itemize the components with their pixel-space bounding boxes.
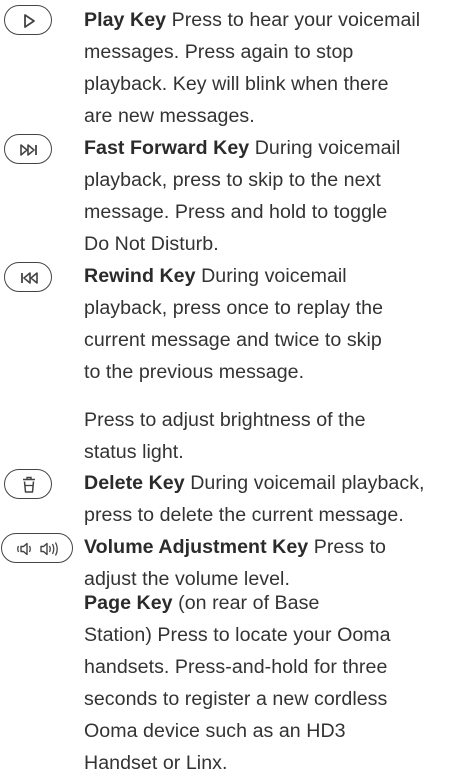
page-key-desc-line-2: Station) Press to locate your Ooma [84, 624, 391, 646]
volume-up-icon [40, 542, 58, 556]
play-key-title: Play Key [84, 9, 167, 31]
delete-icon [23, 476, 35, 493]
brightness-desc-line-1: Press to adjust brightness of the [84, 409, 366, 431]
delete-key-desc-line-1: During voicemail playback, [190, 472, 425, 494]
play-key-button[interactable] [4, 5, 52, 35]
volume-down-icon [17, 542, 31, 556]
page-key-desc-line-1: (on rear of Base [178, 592, 320, 614]
fast-forward-key-desc-line-3: message. Press and hold to toggle [84, 201, 388, 223]
play-key-desc-line-3: playback. Key will blink when there [84, 73, 389, 95]
rewind-key-desc-line-1: During voicemail [201, 265, 347, 287]
brightness-desc-line-2: status light. [84, 441, 184, 463]
delete-key-desc-line-2: press to delete the current message. [84, 504, 404, 526]
play-key-desc-line-2: messages. Press again to stop [84, 41, 354, 63]
play-key-desc-line-1: Press to hear your voicemail [171, 9, 421, 31]
page-key-title: Page Key [84, 592, 173, 614]
rewind-key-desc-line-4: to the previous message. [84, 361, 305, 383]
delete-key-button[interactable] [4, 469, 52, 499]
volume-key-button[interactable] [1, 533, 73, 563]
rewind-key-button[interactable] [4, 262, 52, 292]
fast-forward-key-desc-line-2: playback, press to skip to the next [84, 169, 381, 191]
play-icon [24, 14, 35, 28]
page-key-desc-line-6: Handset or Linx. [84, 752, 228, 774]
delete-key-title: Delete Key [84, 472, 185, 494]
page-key-desc-line-5: Ooma device such as an HD3 [84, 720, 346, 742]
rewind-key-desc-line-3: current message and twice to skip [84, 329, 382, 351]
fast-forward-key-title: Fast Forward Key [84, 137, 250, 159]
volume-key-desc-line-1: Press to [313, 536, 387, 558]
volume-key-title: Volume Adjustment Key [84, 536, 309, 558]
fast-forward-key-desc-line-4: Do Not Disturb. [84, 233, 219, 255]
fast-forward-key-desc-line-1: During voicemail [254, 137, 401, 159]
page-key-desc-line-3: handsets. Press-and-hold for three [84, 656, 388, 678]
rewind-icon [21, 272, 38, 284]
page-key-desc-line-4: seconds to register a new cordless [84, 688, 388, 710]
volume-icon [17, 542, 58, 556]
rewind-key-desc-line-2: playback, press once to replay the [84, 297, 384, 319]
fast-forward-key-button[interactable] [4, 134, 52, 164]
play-key-desc-line-4: are new messages. [84, 105, 255, 127]
fast-forward-icon [20, 144, 37, 156]
rewind-key-title: Rewind Key [84, 265, 196, 287]
